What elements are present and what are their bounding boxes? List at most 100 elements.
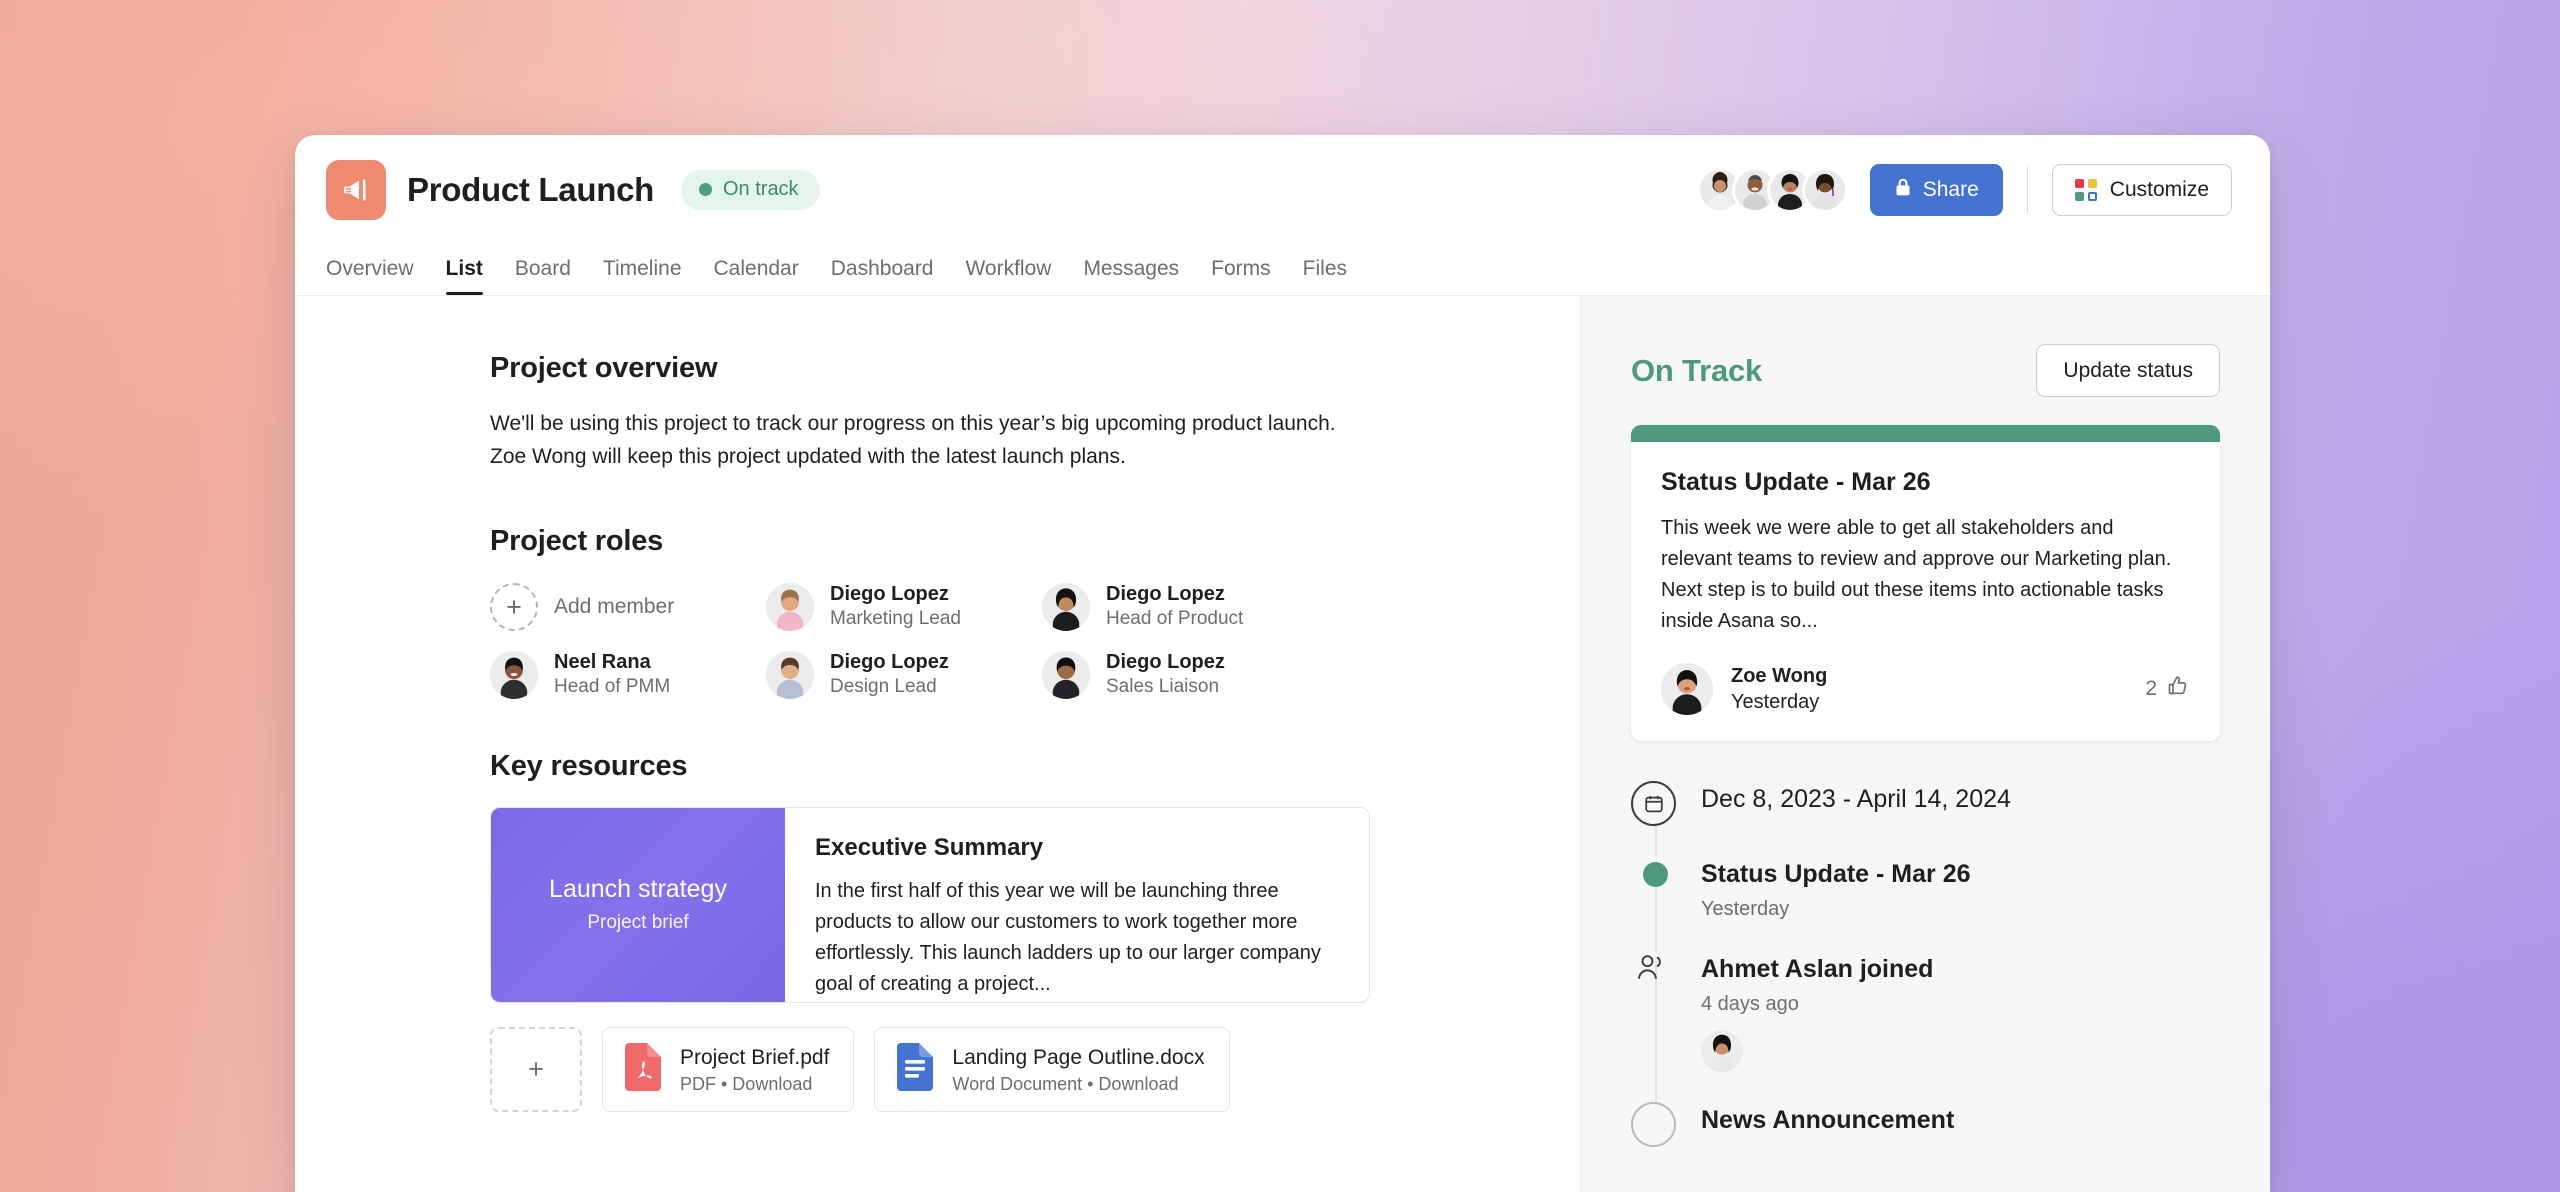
like-button[interactable]: 2 bbox=[2145, 674, 2190, 704]
tab-list[interactable]: List bbox=[430, 257, 499, 295]
status-sidebar-title: On Track bbox=[1631, 352, 1763, 388]
timeline-item-title: News Announcement bbox=[1701, 1106, 1955, 1134]
attachment-card-pdf[interactable]: Project Brief.pdf PDF • Download bbox=[602, 1026, 855, 1112]
add-member-button[interactable]: + Add member bbox=[490, 582, 766, 632]
role-member[interactable]: Diego Lopez Head of Product bbox=[1042, 582, 1318, 632]
tab-overview[interactable]: Overview bbox=[326, 257, 430, 295]
attachment-name: Project Brief.pdf bbox=[680, 1045, 830, 1069]
status-update-timestamp: Yesterday bbox=[1731, 691, 1820, 713]
main-column: Project overview We'll be using this pro… bbox=[295, 296, 1580, 1192]
share-button[interactable]: Share bbox=[1869, 163, 2003, 216]
role-member-title: Head of PMM bbox=[554, 676, 671, 698]
avatar bbox=[1701, 1030, 1743, 1072]
attachment-name: Landing Page Outline.docx bbox=[952, 1045, 1205, 1069]
timeline-item-time: 4 days ago bbox=[1701, 993, 1799, 1015]
tab-workflow[interactable]: Workflow bbox=[949, 257, 1067, 295]
tab-files[interactable]: Files bbox=[1287, 257, 1363, 295]
role-member[interactable]: Neel Rana Head of PMM bbox=[490, 650, 766, 700]
color-grid-icon bbox=[2074, 178, 2097, 201]
pdf-file-icon bbox=[623, 1042, 663, 1096]
project-overview-line-1: We'll be using this project to track our… bbox=[490, 412, 1336, 435]
like-count: 2 bbox=[2145, 677, 2157, 700]
status-badge[interactable]: On track bbox=[680, 169, 820, 210]
role-member-title: Head of Product bbox=[1106, 608, 1244, 630]
tab-board[interactable]: Board bbox=[499, 257, 587, 295]
avatar[interactable] bbox=[1801, 166, 1848, 213]
content-area: Project overview We'll be using this pro… bbox=[295, 296, 2270, 1192]
project-brief-title: Executive Summary bbox=[815, 833, 1044, 861]
app-window: Product Launch On track Share Customize … bbox=[295, 135, 2270, 1192]
top-bar: Product Launch On track Share Customize bbox=[295, 135, 2270, 244]
add-member-label: Add member bbox=[554, 595, 675, 619]
activity-timeline: Dec 8, 2023 - April 14, 2024 Status Upda… bbox=[1631, 781, 2220, 1147]
avatar bbox=[766, 650, 814, 699]
timeline-item-status-update[interactable]: Status Update - Mar 26 Yesterday bbox=[1631, 856, 2220, 951]
attachments-row: + Project Brief.pdf PDF • Download Landi… bbox=[490, 1026, 1510, 1112]
project-overview-line-2: Zoe Wong will keep this project updated … bbox=[490, 445, 1126, 469]
timeline-item-member-joined[interactable]: Ahmet Aslan joined 4 days ago bbox=[1631, 951, 2220, 1102]
role-member-name: Neel Rana bbox=[554, 651, 651, 674]
project-overview-text: We'll be using this project to track our… bbox=[490, 407, 1360, 473]
project-overview-heading: Project overview bbox=[490, 352, 718, 384]
share-button-label: Share bbox=[1922, 177, 1979, 201]
status-update-body: This week we were able to get all stakeh… bbox=[1661, 517, 2172, 632]
member-avatar-group[interactable] bbox=[1696, 166, 1848, 213]
project-brief-thumb-title: Launch strategy bbox=[549, 875, 727, 904]
role-member-name: Diego Lopez bbox=[1106, 583, 1225, 606]
avatar bbox=[1661, 663, 1713, 715]
add-attachment-button[interactable]: + bbox=[490, 1026, 582, 1112]
status-update-title: Status Update - Mar 26 bbox=[1661, 468, 1931, 496]
timeline-item-news-announcement[interactable]: News Announcement bbox=[1631, 1102, 2220, 1147]
customize-button[interactable]: Customize bbox=[2051, 163, 2232, 216]
project-roles-heading: Project roles bbox=[490, 525, 664, 558]
status-update-accent-bar bbox=[1631, 425, 2220, 442]
tab-messages[interactable]: Messages bbox=[1067, 257, 1195, 295]
project-brief-thumb-subtitle: Project brief bbox=[587, 912, 689, 934]
role-member-title: Sales Liaison bbox=[1106, 676, 1220, 698]
tab-timeline[interactable]: Timeline bbox=[587, 257, 698, 295]
project-brief-thumbnail: Launch strategy Project brief bbox=[491, 807, 785, 1002]
empty-circle-icon bbox=[1631, 1102, 1676, 1147]
timeline-item-title: Ahmet Aslan joined bbox=[1701, 955, 1934, 983]
role-member-title: Marketing Lead bbox=[830, 608, 961, 630]
role-member[interactable]: Diego Lopez Sales Liaison bbox=[1042, 650, 1318, 700]
customize-button-label: Customize bbox=[2109, 177, 2209, 201]
role-member-title: Design Lead bbox=[830, 676, 937, 698]
attachment-meta: PDF • Download bbox=[680, 1073, 813, 1094]
calendar-icon bbox=[1631, 781, 1676, 826]
role-member[interactable]: Diego Lopez Design Lead bbox=[766, 650, 1042, 700]
people-icon bbox=[1635, 953, 1669, 1072]
project-brief-card[interactable]: Launch strategy Project brief Executive … bbox=[490, 806, 1370, 1003]
status-dot bbox=[698, 183, 712, 196]
attachment-card-docx[interactable]: Landing Page Outline.docx Word Document … bbox=[874, 1026, 1230, 1112]
avatar bbox=[1042, 650, 1090, 699]
status-sidebar-header: On Track Update status bbox=[1631, 344, 2220, 397]
avatar bbox=[490, 650, 538, 699]
lock-icon bbox=[1894, 177, 1912, 203]
project-roles-grid: + Add member Diego Lopez Marketing Lead bbox=[490, 582, 1510, 699]
tab-bar: Overview List Board Timeline Calendar Da… bbox=[295, 244, 2270, 296]
status-dot-icon bbox=[1643, 862, 1668, 887]
status-badge-label: On track bbox=[722, 178, 799, 200]
update-status-button[interactable]: Update status bbox=[2036, 344, 2220, 397]
plus-icon: + bbox=[490, 583, 538, 632]
timeline-item-title: Dec 8, 2023 - April 14, 2024 bbox=[1701, 785, 2011, 813]
status-update-author: Zoe Wong bbox=[1731, 665, 1828, 687]
word-file-icon bbox=[895, 1042, 935, 1096]
project-brief-description: In the first half of this year we will b… bbox=[815, 879, 1321, 995]
avatar bbox=[1042, 583, 1090, 632]
role-member-name: Diego Lopez bbox=[830, 651, 949, 674]
role-member-name: Diego Lopez bbox=[1106, 651, 1225, 674]
tab-forms[interactable]: Forms bbox=[1195, 257, 1287, 295]
tab-calendar[interactable]: Calendar bbox=[698, 257, 815, 295]
role-member[interactable]: Diego Lopez Marketing Lead bbox=[766, 582, 1042, 632]
tab-dashboard[interactable]: Dashboard bbox=[815, 257, 950, 295]
timeline-item-dates[interactable]: Dec 8, 2023 - April 14, 2024 bbox=[1631, 781, 2220, 856]
status-update-card[interactable]: Status Update - Mar 26 This week we were… bbox=[1631, 425, 2220, 741]
status-sidebar: On Track Update status Status Update - M… bbox=[1580, 296, 2270, 1192]
timeline-item-title: Status Update - Mar 26 bbox=[1701, 860, 1971, 888]
thumbs-up-icon bbox=[2166, 674, 2190, 704]
attachment-meta: Word Document • Download bbox=[952, 1073, 1179, 1094]
avatar bbox=[766, 583, 814, 632]
role-member-name: Diego Lopez bbox=[830, 583, 949, 606]
